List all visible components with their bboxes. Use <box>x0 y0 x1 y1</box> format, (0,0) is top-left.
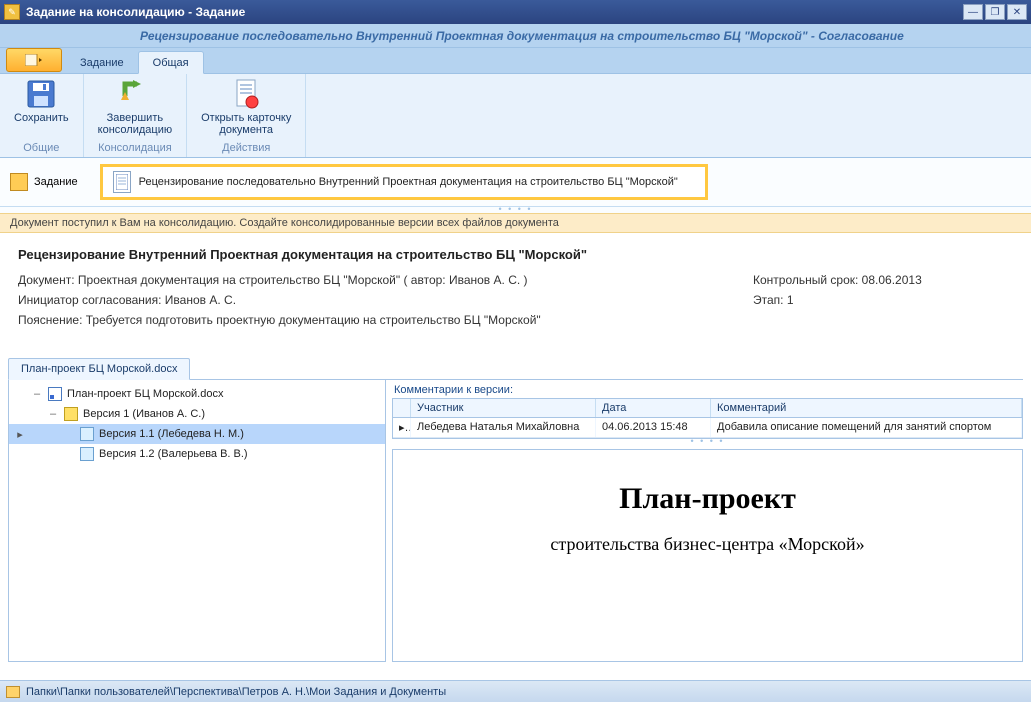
details-initiator: Инициатор согласования: Иванов А. С. <box>18 290 753 310</box>
status-path: Папки\Папки пользователей\Перспектива\Пе… <box>26 686 446 698</box>
ribbon-group-title-actions: Действия <box>222 140 270 157</box>
task-left-label: Задание <box>34 176 78 188</box>
comments-grid[interactable]: Участник Дата Комментарий ▸ Лебедева Нат… <box>392 398 1023 439</box>
preview-subtitle: строительства бизнес-центра «Морской» <box>413 534 1002 555</box>
grid-row[interactable]: ▸ Лебедева Наталья Михайловна 04.06.2013… <box>393 418 1022 438</box>
grid-header-user[interactable]: Участник <box>411 399 596 417</box>
finish-icon <box>119 78 151 110</box>
subtitle-bar: Рецензирование последовательно Внутренни… <box>0 24 1031 48</box>
minimize-button[interactable]: — <box>963 4 983 20</box>
tree-node-subversion[interactable]: ▸ Версия 1.1 (Лебедева Н. М.) <box>9 424 385 444</box>
tree-node-subversion[interactable]: Версия 1.2 (Валерьева В. В.) <box>9 444 385 464</box>
tab-task[interactable]: Задание <box>66 52 138 73</box>
grid-header-date[interactable]: Дата <box>596 399 711 417</box>
details-panel: Рецензирование Внутренний Проектная доку… <box>0 233 1031 352</box>
document-icon <box>79 427 95 441</box>
comments-title: Комментарии к версии: <box>392 380 1023 398</box>
grid-body: ▸ Лебедева Наталья Михайловна 04.06.2013… <box>393 418 1022 438</box>
open-card-button[interactable]: Открыть карточку документа <box>195 76 297 138</box>
collapse-icon[interactable]: – <box>47 408 59 420</box>
tab-bar: Задание Общая <box>0 48 1031 74</box>
details-title: Рецензирование Внутренний Проектная доку… <box>18 247 1013 262</box>
ribbon-group-title-consolidation: Консолидация <box>98 140 172 157</box>
ribbon-group-common: Сохранить Общие <box>0 74 84 157</box>
row-indicator: ▸ <box>393 418 411 437</box>
folder-icon <box>6 686 20 698</box>
tree-label: Версия 1.2 (Валерьева В. В.) <box>99 448 248 460</box>
preview-title: План-проект <box>413 482 1002 516</box>
grid-header: Участник Дата Комментарий <box>393 399 1022 418</box>
ribbon-group-title-common: Общие <box>23 140 59 157</box>
document-preview[interactable]: План-проект строительства бизнес-центра … <box>392 449 1023 662</box>
app-icon: ✎ <box>4 4 20 20</box>
details-document: Документ: Проектная документация на стро… <box>18 270 753 290</box>
close-button[interactable]: ✕ <box>1007 4 1027 20</box>
splitter-handle[interactable]: • • • • <box>392 439 1023 445</box>
document-icon <box>113 171 131 193</box>
maximize-button[interactable]: ❐ <box>985 4 1005 20</box>
finish-label: Завершить консолидацию <box>98 112 172 136</box>
ribbon-group-actions: Открыть карточку документа Действия <box>187 74 306 157</box>
task-left: Задание <box>8 171 88 193</box>
ribbon: Сохранить Общие Завершить консолидацию К… <box>0 74 1031 158</box>
document-icon <box>79 447 95 461</box>
lower-panel: План-проект БЦ Морской.docx – План-проек… <box>0 352 1031 662</box>
task-bar: Задание Рецензирование последовательно В… <box>0 158 1031 207</box>
info-banner: Документ поступил к Вам на консолидацию.… <box>0 213 1031 233</box>
cell-date: 04.06.2013 15:48 <box>596 418 711 437</box>
statusbar: Папки\Папки пользователей\Перспектива\Пе… <box>0 680 1031 702</box>
info-banner-text: Документ поступил к Вам на консолидацию.… <box>10 217 559 229</box>
finish-consolidation-button[interactable]: Завершить консолидацию <box>92 76 178 138</box>
cell-comment: Добавила описание помещений для занятий … <box>711 418 1022 437</box>
task-icon <box>10 173 28 191</box>
task-box-text: Рецензирование последовательно Внутренни… <box>139 176 678 188</box>
titlebar: ✎ Задание на консолидацию - Задание — ❐ … <box>0 0 1031 24</box>
grid-header-comment[interactable]: Комментарий <box>711 399 1022 417</box>
file-tab[interactable]: План-проект БЦ Морской.docx <box>8 358 190 380</box>
details-deadline: Контрольный срок: 08.06.2013 <box>753 270 1013 290</box>
subtitle-text: Рецензирование последовательно Внутренни… <box>140 29 904 43</box>
details-note: Пояснение: Требуется подготовить проектн… <box>18 310 753 330</box>
row-marker-current: ▸ <box>13 428 27 441</box>
window-title: Задание на консолидацию - Задание <box>26 5 963 19</box>
save-button[interactable]: Сохранить <box>8 76 75 126</box>
window-buttons: — ❐ ✕ <box>963 4 1027 20</box>
tree-label: Версия 1.1 (Лебедева Н. М.) <box>99 428 244 440</box>
task-box[interactable]: Рецензирование последовательно Внутренни… <box>100 164 708 200</box>
save-icon <box>25 78 57 110</box>
tree-label: Версия 1 (Иванов А. С.) <box>83 408 205 420</box>
ribbon-group-consolidation: Завершить консолидацию Консолидация <box>84 74 187 157</box>
tree-node-version[interactable]: – Версия 1 (Иванов А. С.) <box>9 404 385 424</box>
save-label: Сохранить <box>14 112 69 124</box>
word-file-icon <box>47 387 63 401</box>
tree-label: План-проект БЦ Морской.docx <box>67 388 223 400</box>
cell-user: Лебедева Наталья Михайловна <box>411 418 596 437</box>
grid-header-selector[interactable] <box>393 399 411 417</box>
open-card-label: Открыть карточку документа <box>201 112 291 136</box>
app-menu-button[interactable] <box>6 48 62 72</box>
version-tree[interactable]: – План-проект БЦ Морской.docx – Версия 1… <box>8 380 386 662</box>
details-stage: Этап: 1 <box>753 290 1013 310</box>
file-tabs: План-проект БЦ Морской.docx <box>8 358 1023 380</box>
version-check-icon <box>63 407 79 421</box>
collapse-icon[interactable]: – <box>31 388 43 400</box>
tree-node-file[interactable]: – План-проект БЦ Морской.docx <box>9 384 385 404</box>
right-panel: Комментарии к версии: Участник Дата Комм… <box>392 380 1023 662</box>
document-card-icon <box>230 78 262 110</box>
tab-general[interactable]: Общая <box>138 51 204 74</box>
